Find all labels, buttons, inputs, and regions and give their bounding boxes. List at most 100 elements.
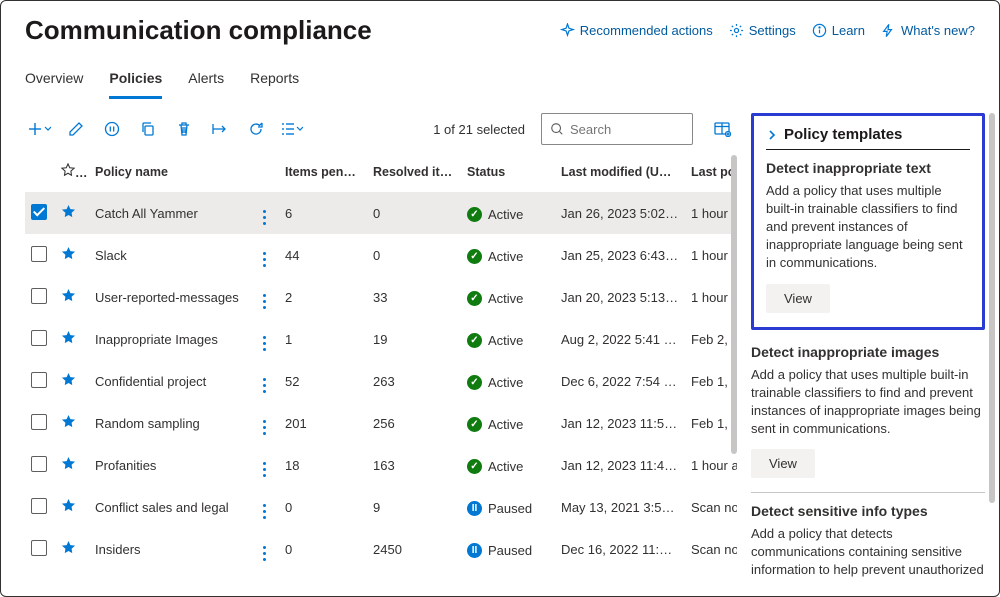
favorite-star[interactable]: [61, 456, 76, 471]
policy-name-cell: Slack: [89, 234, 257, 276]
row-checkbox[interactable]: [31, 330, 47, 346]
row-checkbox[interactable]: [31, 498, 47, 514]
favorite-star[interactable]: [61, 246, 76, 261]
template-description: Add a policy that uses multiple built-in…: [766, 182, 970, 272]
learn-link[interactable]: Learn: [812, 23, 865, 38]
whatsnew-label: What's new?: [901, 23, 975, 38]
favorite-star[interactable]: [61, 540, 76, 555]
policy-name-cell: Random sampling: [89, 402, 257, 444]
status-icon: ✓: [467, 249, 482, 264]
learn-label: Learn: [832, 23, 865, 38]
row-more-menu[interactable]: [263, 378, 266, 393]
column-favorite[interactable]: ↑: [55, 155, 89, 192]
resolved-cell: 163: [367, 444, 461, 486]
add-button[interactable]: [25, 114, 55, 144]
search-input[interactable]: [570, 122, 684, 137]
panel-scrollbar[interactable]: [989, 113, 995, 503]
favorite-star[interactable]: [61, 288, 76, 303]
policies-table: ↑ Policy name Items pending … Resolved i…: [25, 155, 737, 582]
favorite-star[interactable]: [61, 414, 76, 429]
table-row[interactable]: Insiders02450IIPausedDec 16, 2022 11:26……: [25, 528, 737, 570]
policy-name-cell: Insiders: [89, 528, 257, 570]
panel-header[interactable]: Policy templates: [766, 126, 970, 150]
column-name[interactable]: Policy name: [89, 155, 257, 192]
row-more-menu[interactable]: [263, 462, 266, 477]
status-icon: ✓: [467, 459, 482, 474]
tab-reports[interactable]: Reports: [250, 64, 299, 99]
table-row[interactable]: Inappropriate Images119✓ActiveAug 2, 202…: [25, 318, 737, 360]
row-checkbox[interactable]: [31, 204, 47, 220]
view-button[interactable]: View: [751, 449, 815, 478]
row-checkbox[interactable]: [31, 288, 47, 304]
row-more-menu[interactable]: [263, 504, 266, 519]
template-title: Detect sensitive info types: [751, 503, 985, 519]
column-modified[interactable]: Last modified (UTC): [555, 155, 685, 192]
status-cell: ✓Active: [467, 207, 523, 222]
table-row[interactable]: Catch All Yammer60✓ActiveJan 26, 2023 5:…: [25, 192, 737, 234]
template-title: Detect inappropriate text: [766, 160, 970, 176]
row-checkbox[interactable]: [31, 372, 47, 388]
tab-policies[interactable]: Policies: [109, 64, 162, 99]
search-box[interactable]: [541, 113, 693, 145]
copy-button[interactable]: [133, 114, 163, 144]
table-row[interactable]: Conflict sales and legal09IIPausedMay 13…: [25, 486, 737, 528]
main-area: 1 of 21 selected: [1, 99, 737, 582]
policy-name-cell: Profanities: [89, 444, 257, 486]
settings-link[interactable]: Settings: [729, 23, 796, 38]
settings-label: Settings: [749, 23, 796, 38]
policy-name-cell: Conflict sales and legal: [89, 486, 257, 528]
column-status[interactable]: Status: [461, 155, 555, 192]
table-row[interactable]: Profanities18163✓ActiveJan 12, 2023 11:4…: [25, 444, 737, 486]
modified-cell: Jan 25, 2023 6:43 A…: [555, 234, 685, 276]
table-row[interactable]: Confidential project52263✓ActiveDec 6, 2…: [25, 360, 737, 402]
row-checkbox[interactable]: [31, 540, 47, 556]
row-more-menu[interactable]: [263, 294, 266, 309]
row-more-menu[interactable]: [263, 210, 266, 225]
column-resolved[interactable]: Resolved items: [367, 155, 461, 192]
column-pending[interactable]: Items pending …: [279, 155, 367, 192]
export-button[interactable]: [205, 114, 235, 144]
favorite-star[interactable]: [61, 372, 76, 387]
delete-button[interactable]: [169, 114, 199, 144]
favorite-star[interactable]: [61, 204, 76, 219]
status-icon: II: [467, 543, 482, 558]
table-row[interactable]: Slack440✓ActiveJan 25, 2023 6:43 A…1 hou…: [25, 234, 737, 276]
favorite-star[interactable]: [61, 498, 76, 513]
status-cell: ✓Active: [467, 417, 523, 432]
row-more-menu[interactable]: [263, 420, 266, 435]
pending-cell: 44: [279, 234, 367, 276]
row-more-menu[interactable]: [263, 546, 266, 561]
pending-cell: 201: [279, 402, 367, 444]
row-checkbox[interactable]: [31, 414, 47, 430]
refresh-button[interactable]: [241, 114, 271, 144]
row-checkbox[interactable]: [31, 456, 47, 472]
edit-button[interactable]: [61, 114, 91, 144]
vertical-scrollbar[interactable]: [729, 155, 737, 582]
tab-overview[interactable]: Overview: [25, 64, 83, 99]
resolved-cell: 256: [367, 402, 461, 444]
row-checkbox[interactable]: [31, 582, 47, 583]
row-more-menu[interactable]: [263, 252, 266, 267]
table-row[interactable]: User-reported-messages233✓ActiveJan 20, …: [25, 276, 737, 318]
row-more-menu[interactable]: [263, 336, 266, 351]
favorite-star[interactable]: [61, 330, 76, 345]
group-button[interactable]: [277, 114, 307, 144]
modified-cell: Dec 6, 2022 7:54 PM: [555, 360, 685, 402]
status-icon: ✓: [467, 291, 482, 306]
status-cell: ✓Active: [467, 375, 523, 390]
tab-alerts[interactable]: Alerts: [188, 64, 224, 99]
modified-cell: Jan 26, 2023 5:02 PM: [555, 192, 685, 234]
table-row[interactable]: Yammer - custom SIT30✓ActiveJan 27, 2023…: [25, 570, 737, 582]
row-checkbox[interactable]: [31, 246, 47, 262]
table-row[interactable]: Random sampling201256✓ActiveJan 12, 2023…: [25, 402, 737, 444]
whatsnew-link[interactable]: What's new?: [881, 23, 975, 38]
tab-bar: Overview Policies Alerts Reports: [1, 54, 999, 99]
selection-count: 1 of 21 selected: [433, 122, 525, 137]
pause-button[interactable]: [97, 114, 127, 144]
customize-columns-button[interactable]: [707, 114, 737, 144]
view-button[interactable]: View: [766, 284, 830, 313]
policy-name-cell: User-reported-messages: [89, 276, 257, 318]
policy-name-cell: Inappropriate Images: [89, 318, 257, 360]
recommended-actions-link[interactable]: Recommended actions: [560, 23, 713, 38]
chevron-right-icon: [766, 129, 778, 141]
